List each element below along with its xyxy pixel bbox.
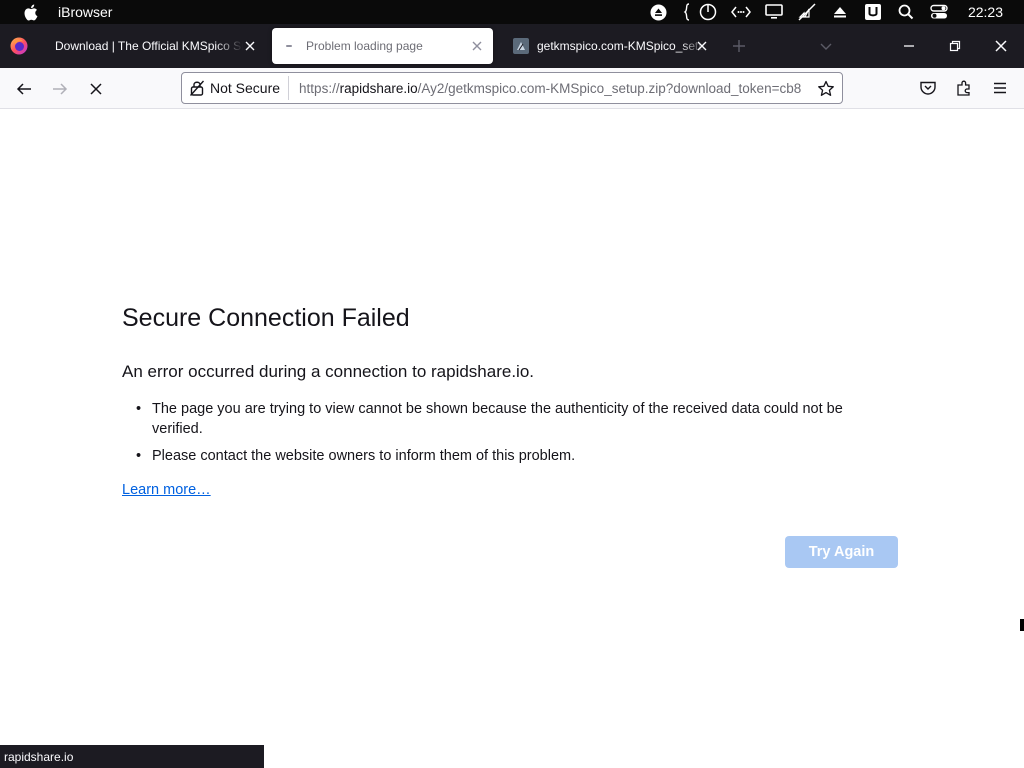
eject-circle-icon[interactable] [649,3,669,21]
control-center-icon[interactable] [929,3,949,21]
navigation-toolbar: Not Secure https://rapidshare.io/Ay2/get… [0,68,1024,109]
error-details-list: The page you are trying to view cannot b… [122,399,882,473]
restore-window-icon[interactable] [945,36,965,56]
close-window-icon[interactable] [991,36,1011,56]
site-security-indicator[interactable]: Not Secure [190,76,290,100]
address-bar[interactable]: Not Secure https://rapidshare.io/Ay2/get… [181,72,843,104]
app-name[interactable]: iBrowser [58,4,112,20]
hamburger-menu-icon[interactable] [990,78,1010,98]
extensions-puzzle-icon[interactable] [954,78,974,98]
forward-arrow-icon[interactable] [49,78,71,100]
tab-close-icon[interactable] [694,38,710,54]
script-icon[interactable] [682,3,692,21]
tab-title: Download | The Official KMSpico Site [55,39,243,53]
stop-loading-x-icon[interactable] [85,78,107,100]
url-path: /Ay2/getkmspico.com-KMSpico_setup.zip?do… [417,80,802,96]
loading-indicator-icon [286,45,292,47]
status-text: rapidshare.io [4,749,74,764]
list-item: Please contact the website owners to inf… [122,446,882,466]
apple-menu-icon[interactable] [18,4,42,21]
url-scheme: https:// [299,80,340,96]
eject-icon[interactable] [830,3,850,21]
code-arrows-icon[interactable] [730,3,751,21]
try-again-button[interactable]: Try Again [785,536,898,568]
mouse-cursor-icon [1020,619,1024,631]
pocket-icon[interactable] [918,78,938,98]
tab-close-icon[interactable] [242,38,258,54]
firefox-logo-icon[interactable] [10,37,28,55]
bookmark-star-icon[interactable] [816,79,836,99]
tab-close-icon[interactable] [469,38,485,54]
spotlight-search-icon[interactable] [896,3,916,21]
system-menubar: iBrowser 22:23 [0,0,1024,24]
list-all-tabs-chevron-icon[interactable] [816,36,836,56]
new-tab-plus-icon[interactable] [729,36,749,56]
not-secure-label: Not Secure [210,80,281,96]
menubar-clock[interactable]: 22:23 [968,4,1003,20]
error-title: Secure Connection Failed [122,304,410,332]
url-host: rapidshare.io [339,80,418,96]
broken-lock-icon [190,80,204,96]
tab-title: getkmspico.com-KMSpico_setup.zip [537,39,705,53]
tab-problem-loading[interactable]: Problem loading page [272,28,493,64]
tab-strip: Download | The Official KMSpico Site Pro… [0,24,1024,68]
back-arrow-icon[interactable] [13,78,35,100]
display-icon[interactable] [764,3,784,21]
minimize-window-icon[interactable] [899,36,919,56]
list-item: The page you are trying to view cannot b… [122,399,882,439]
link-status-panel: rapidshare.io [0,745,264,768]
u-badge-icon[interactable] [863,3,883,21]
power-timer-icon[interactable] [698,3,718,21]
error-page: Secure Connection Failed An error occurr… [0,109,1024,768]
url-input[interactable]: https://rapidshare.io/Ay2/getkmspico.com… [299,81,811,96]
tab-title: Problem loading page [306,39,423,53]
no-wifi-icon[interactable] [797,3,817,21]
site-favicon-icon [513,38,529,54]
tab-kmspico-download[interactable]: getkmspico.com-KMSpico_setup.zip [499,28,718,64]
error-short-description: An error occurred during a connection to… [122,362,535,381]
learn-more-link[interactable]: Learn more… [122,482,211,498]
tab-kmspico-site[interactable]: Download | The Official KMSpico Site [41,28,266,64]
